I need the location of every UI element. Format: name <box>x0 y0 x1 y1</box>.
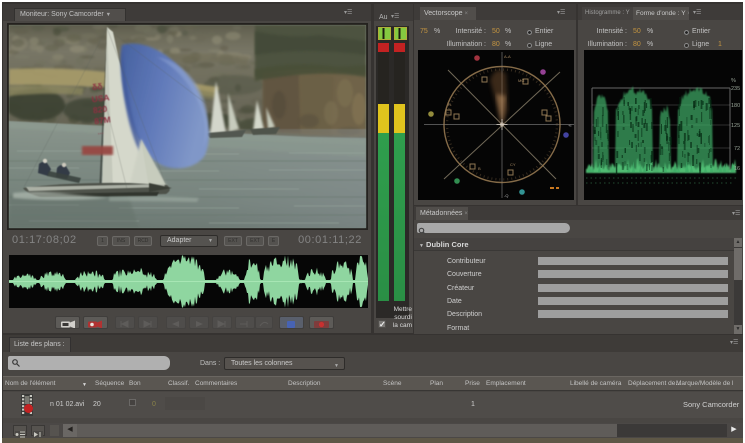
svg-text:72: 72 <box>734 146 740 152</box>
svg-text:180: 180 <box>731 103 740 109</box>
svg-text:MG: MG <box>518 78 524 83</box>
svg-text:R: R <box>448 102 451 107</box>
svg-text:235: 235 <box>731 86 740 92</box>
svg-text:···: ··· <box>98 131 105 138</box>
svg-text:820: 820 <box>92 104 108 116</box>
svg-text:%: % <box>731 78 736 84</box>
svg-text:125: 125 <box>731 123 740 129</box>
svg-text:A-A: A-A <box>504 54 511 59</box>
svg-text:B: B <box>478 166 481 171</box>
svg-text:CY: CY <box>510 162 516 167</box>
svg-text:+I: +I <box>568 123 571 128</box>
svg-text:-Q: -Q <box>504 193 508 198</box>
svg-text:16: 16 <box>734 166 740 172</box>
